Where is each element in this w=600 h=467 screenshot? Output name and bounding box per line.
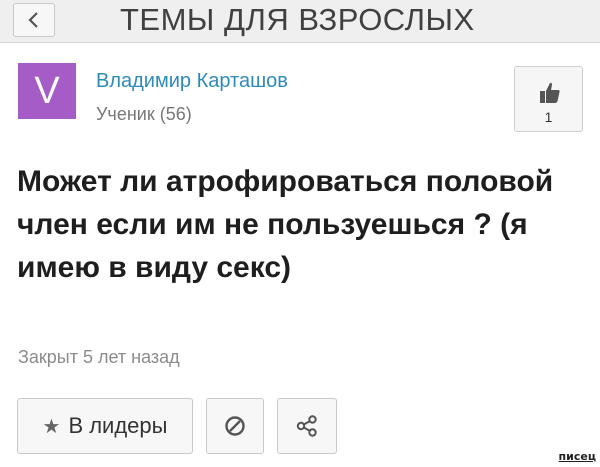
report-button[interactable] (206, 398, 264, 454)
add-to-leaders-label: В лидеры (68, 413, 168, 438)
share-button[interactable] (277, 398, 337, 454)
closed-status: Закрыт 5 лет назад (18, 347, 180, 367)
avatar[interactable]: V (18, 63, 76, 119)
back-button[interactable] (13, 3, 55, 37)
top-bar: ТЕМЫ ДЛЯ ВЗРОСЛЫХ (0, 0, 600, 43)
share-icon (296, 415, 317, 437)
category-title: ТЕМЫ ДЛЯ ВЗРОСЛЫХ (120, 2, 475, 37)
like-button[interactable]: 1 (514, 66, 583, 132)
question-title: Может ли атрофироваться половой член есл… (17, 165, 554, 284)
author-name-link[interactable]: Владимир Карташов (96, 70, 288, 93)
site-watermark: писец (558, 450, 596, 463)
star-icon: ★ (42, 415, 61, 438)
like-count: 1 (544, 109, 553, 125)
thumbs-up-icon (540, 82, 560, 103)
author-rank: Ученик (56) (96, 104, 192, 124)
block-icon (225, 416, 245, 436)
add-to-leaders-button[interactable]: ★ В лидеры (17, 398, 193, 454)
chevron-left-icon (28, 12, 38, 28)
